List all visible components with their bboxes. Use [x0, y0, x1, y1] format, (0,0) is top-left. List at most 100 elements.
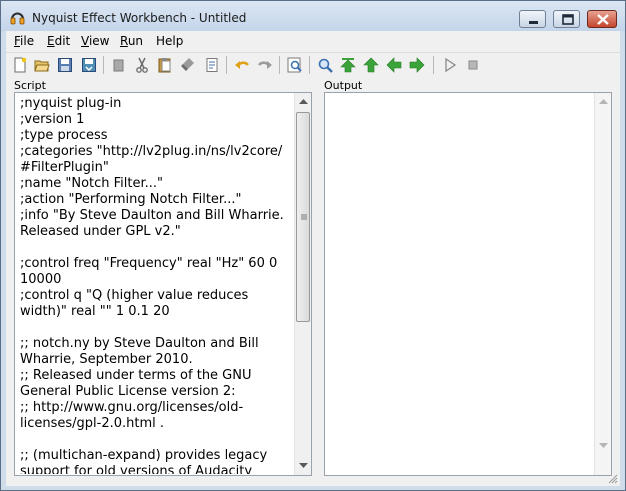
minimize-icon	[529, 21, 538, 24]
up-button[interactable]	[361, 55, 381, 75]
toolbar-separator	[103, 56, 104, 74]
close-button[interactable]	[587, 10, 617, 28]
toolbar-separator	[279, 56, 280, 74]
undo-button[interactable]	[232, 55, 252, 75]
match-button[interactable]	[315, 55, 335, 75]
script-line: ;; notch.ny by Steve Daulton and Bill	[20, 336, 259, 351]
script-line	[20, 240, 292, 256]
toolbar-separator	[433, 56, 434, 74]
scroll-thumb[interactable]	[296, 112, 310, 322]
script-line	[20, 432, 292, 448]
maximize-button[interactable]	[553, 10, 580, 28]
nyquist-headphones-icon	[10, 12, 25, 25]
save-as-icon	[82, 58, 96, 72]
script-label: Script	[14, 79, 46, 92]
client-area: File Edit View Run Help Script Output ;n…	[6, 31, 620, 486]
script-line: ;nyquist plug-in	[20, 96, 122, 111]
go-icon	[445, 57, 457, 73]
script-line: ;control freq "Frequency" real "Hz" 60 0	[20, 256, 278, 271]
menu-file[interactable]: File	[14, 34, 34, 48]
save-button[interactable]	[55, 55, 75, 75]
up-icon	[363, 57, 379, 73]
script-line: ;type process	[20, 128, 108, 143]
stop-icon	[468, 60, 478, 70]
menu-run[interactable]: Run	[120, 34, 143, 48]
output-text	[330, 96, 590, 112]
menu-edit[interactable]: Edit	[47, 34, 70, 48]
script-text[interactable]: ;nyquist plug-in ;version 1 ;type process;…	[20, 96, 292, 474]
new-button[interactable]	[10, 55, 30, 75]
script-line: Wharrie, September 2010.	[20, 352, 193, 367]
script-line: 10000	[20, 272, 62, 287]
title-bar[interactable]: Nyquist Effect Workbench - Untitled	[1, 1, 625, 31]
scroll-down-button[interactable]	[295, 458, 312, 475]
top-icon	[340, 58, 356, 73]
script-line: ;info "By Steve Daulton and Bill Wharrie…	[20, 208, 284, 223]
toolbar	[6, 52, 620, 77]
resize-grip-icon[interactable]	[608, 474, 618, 484]
script-line: General Public License version 2:	[20, 384, 236, 399]
menu-view[interactable]: View	[81, 34, 109, 48]
redo-icon	[258, 61, 272, 69]
cut-button[interactable]	[132, 55, 152, 75]
new-icon	[14, 57, 27, 73]
scroll-up-button[interactable]	[295, 93, 312, 110]
scroll-down-icon	[299, 463, 308, 468]
script-line: ;; http://www.gnu.org/licenses/old-	[20, 400, 244, 415]
script-line: ;categories "http://lv2plug.in/ns/lv2cor…	[20, 144, 283, 159]
go-button[interactable]	[440, 55, 460, 75]
maximize-icon	[562, 14, 574, 25]
save-icon	[58, 58, 72, 72]
script-line: ;; Released under terms of the GNU	[20, 368, 252, 383]
close-icon	[597, 14, 609, 25]
save-as-button[interactable]	[79, 55, 99, 75]
toolbar-separator	[309, 56, 310, 74]
next-icon	[409, 57, 425, 73]
redo-button[interactable]	[255, 55, 275, 75]
output-pane[interactable]	[324, 92, 612, 476]
open-button[interactable]	[32, 55, 52, 75]
next-button[interactable]	[407, 55, 427, 75]
script-line: Released under GPL v2."	[20, 224, 181, 239]
script-line: #FilterPlugin"	[20, 160, 109, 175]
script-editor[interactable]: ;nyquist plug-in ;version 1 ;type process;…	[14, 92, 312, 476]
output-scrollbar[interactable]	[594, 93, 611, 475]
paste-icon	[158, 58, 171, 73]
menu-bar: File Edit View Run Help	[6, 31, 620, 51]
stop-button[interactable]	[463, 55, 483, 75]
script-line	[20, 320, 292, 336]
clear-icon	[181, 58, 194, 71]
script-line: licenses/gpl-2.0.html .	[20, 416, 165, 431]
script-line: ;; (multichan-expand) provides legacy	[20, 448, 268, 463]
script-line: support for old versions of Audacity	[20, 464, 253, 474]
undo-icon	[235, 61, 249, 69]
grip-icon	[301, 214, 307, 220]
clear-button[interactable]	[178, 55, 198, 75]
top-button[interactable]	[338, 55, 358, 75]
scroll-down-button[interactable]	[595, 438, 612, 455]
open-icon	[34, 60, 50, 72]
scroll-down-icon	[599, 443, 608, 448]
script-line: ;action "Performing Notch Filter..."	[20, 192, 242, 207]
previous-button[interactable]	[384, 55, 404, 75]
select-all-icon	[206, 58, 218, 72]
output-label: Output	[324, 79, 363, 92]
window-title: Nyquist Effect Workbench - Untitled	[32, 11, 247, 25]
workbench-window: Nyquist Effect Workbench - Untitled File…	[0, 0, 626, 491]
find-button[interactable]	[285, 55, 305, 75]
select-all-button[interactable]	[202, 55, 222, 75]
copy-button[interactable]	[109, 55, 129, 75]
previous-icon	[386, 57, 402, 73]
scroll-up-icon	[299, 99, 308, 104]
scroll-up-button[interactable]	[595, 93, 612, 110]
menu-help[interactable]: Help	[156, 34, 183, 48]
match-icon	[318, 58, 333, 73]
script-scrollbar[interactable]	[294, 93, 311, 475]
scroll-up-icon	[599, 99, 608, 104]
script-line: width)" real "" 1 0.1 20	[20, 304, 170, 319]
minimize-button[interactable]	[519, 10, 546, 28]
cut-icon	[136, 57, 148, 73]
script-line: ;name "Notch Filter..."	[20, 176, 164, 191]
paste-button[interactable]	[155, 55, 175, 75]
script-line: ;control q "Q (higher value reduces	[20, 288, 249, 303]
